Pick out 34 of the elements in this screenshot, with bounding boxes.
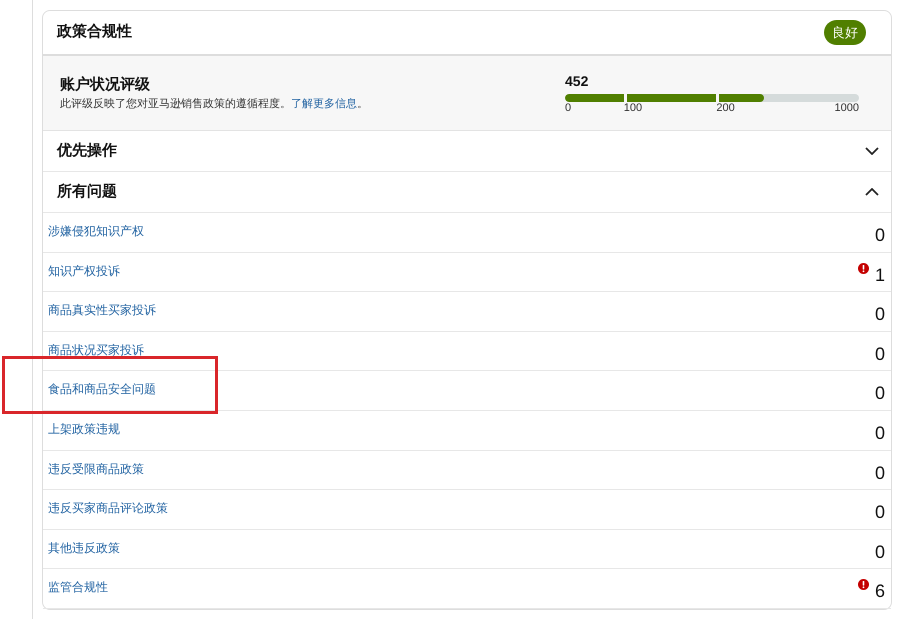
rating-description: 此评级反映了您对亚马逊销售政策的遵循程度。了解更多信息。 <box>60 96 368 112</box>
tick-label: 200 <box>716 102 736 116</box>
issue-count: 0 <box>874 503 885 522</box>
issue-link[interactable]: 其他违反政策 <box>48 538 120 557</box>
issue-count: 0 <box>874 542 885 561</box>
chevron-down-icon[interactable] <box>865 147 879 155</box>
chevron-up-icon[interactable] <box>865 188 879 196</box>
tick-label: 100 <box>624 102 644 116</box>
issue-count: 0 <box>874 464 885 482</box>
section-title: 优先操作 <box>57 140 117 161</box>
issue-link[interactable]: 涉嫌侵犯知识产权 <box>48 222 144 240</box>
issue-count: 0 <box>874 226 885 244</box>
status-badge: 良好 <box>824 20 866 46</box>
issue-link[interactable]: 违反受限商品政策 <box>48 460 144 478</box>
issue-count: 0 <box>874 344 885 363</box>
learn-more-link[interactable]: 了解更多信息 <box>291 98 357 110</box>
rating-title: 账户状况评级 <box>60 74 151 94</box>
issue-count: 0 <box>874 305 885 324</box>
issue-link[interactable]: 监管合规性 <box>48 578 108 596</box>
issue-count: 0 <box>874 424 885 442</box>
issue-link[interactable]: 食品和商品安全问题 <box>48 380 156 398</box>
issue-count: 6 <box>874 582 885 600</box>
issue-count: 0 <box>874 384 885 402</box>
issue-link[interactable]: 上架政策违规 <box>48 420 120 438</box>
issue-link[interactable]: 知识产权投诉 <box>48 262 120 280</box>
section-title: 所有问题 <box>57 182 117 202</box>
card-title: 政策合规性 <box>57 22 132 42</box>
rating-score: 452 <box>565 72 590 91</box>
issue-link[interactable]: 商品状况买家投诉 <box>48 340 144 359</box>
issue-link[interactable]: 商品真实性买家投诉 <box>48 301 156 320</box>
issue-count: 1 <box>874 266 885 284</box>
issue-link[interactable]: 违反买家商品评论政策 <box>48 499 168 518</box>
tick-label: 1000 <box>834 102 859 116</box>
tick-label: 0 <box>565 102 572 116</box>
